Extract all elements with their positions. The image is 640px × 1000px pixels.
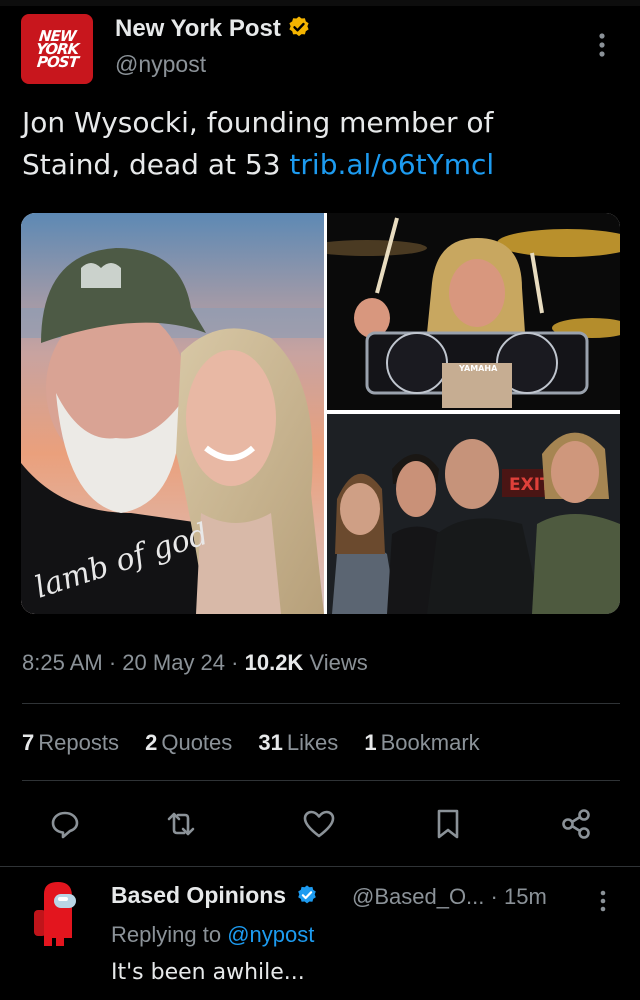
meta-sep-1: · — [108, 650, 117, 675]
stat-bookmarks-count: 1 — [364, 730, 377, 755]
drum-brand-text: YAMAHA — [458, 364, 498, 373]
stat-quotes[interactable]: 2 Quotes — [145, 730, 232, 756]
tweet-stats: 7 Reposts 2 Quotes 31 Likes 1 Bookmark — [22, 730, 500, 756]
reply-author-row[interactable]: Based Opinions — [111, 882, 318, 909]
tweet-meta: 8:25 AM · 20 May 24 · 10.2K Views — [22, 650, 368, 676]
tweet-text-line-1: Jon Wysocki, founding member of — [22, 106, 494, 139]
account-name-row[interactable]: New York Post — [115, 15, 311, 43]
top-separator — [0, 0, 640, 6]
logo-line-3: POST — [35, 52, 79, 71]
meta-sep-2: · — [231, 650, 239, 675]
reply-icon — [51, 811, 79, 839]
repost-button[interactable] — [161, 804, 201, 844]
divider-3 — [0, 866, 640, 867]
bookmark-icon — [437, 809, 459, 839]
stat-reposts-count: 7 — [22, 730, 35, 755]
reply-handle-row: @Based_O... · 15m — [352, 884, 547, 910]
reply-text: It's been awhile... — [111, 960, 305, 985]
stat-quotes-count: 2 — [145, 730, 158, 755]
reply-button[interactable] — [45, 804, 85, 844]
share-icon — [562, 809, 590, 839]
gold-verified-badge-icon — [289, 16, 309, 37]
stat-reposts-label: Reposts — [38, 730, 119, 755]
tweet-date[interactable]: 20 May 24 — [122, 650, 225, 675]
tweet-time[interactable]: 8:25 AM — [22, 650, 103, 675]
stat-quotes-label: Quotes — [161, 730, 233, 755]
tweet-text: Jon Wysocki, founding member of Staind, … — [22, 102, 612, 186]
tweet-text-line-2-body: Staind, dead at 53 — [22, 148, 290, 181]
photo-couple-beach[interactable]: lamb of god — [21, 213, 324, 614]
reply-avatar-crewmate[interactable] — [30, 880, 78, 950]
account-name[interactable]: New York Post — [115, 15, 281, 42]
replying-to: Replying to @nypost — [111, 922, 314, 948]
reply-more-options-icon[interactable] — [596, 888, 610, 914]
views-label: Views — [309, 650, 368, 675]
reply-time[interactable]: · 15m — [491, 884, 547, 909]
divider-2 — [22, 780, 620, 781]
reply-author-name[interactable]: Based Opinions — [111, 882, 286, 908]
tweet-link[interactable]: trib.al/o6tYmcl — [289, 148, 494, 181]
like-icon — [303, 810, 335, 838]
stat-likes[interactable]: 31 Likes — [258, 730, 338, 756]
share-button[interactable] — [556, 804, 596, 844]
stat-likes-count: 31 — [258, 730, 283, 755]
account-handle[interactable]: @nypost — [115, 51, 206, 78]
replying-to-handle[interactable]: @nypost — [227, 922, 314, 947]
nypost-avatar[interactable]: NEW YORK POST — [21, 14, 93, 84]
reply-author-handle[interactable]: @Based_O... — [352, 884, 484, 909]
tweet-text-line-2: Staind, dead at 53 trib.al/o6tYmcl — [22, 144, 612, 186]
like-button[interactable] — [299, 804, 339, 844]
divider-1 — [22, 703, 620, 704]
more-options-icon[interactable] — [592, 30, 612, 60]
stat-bookmarks[interactable]: 1 Bookmark — [364, 730, 479, 756]
photo-band[interactable]: EXIT — [327, 414, 620, 614]
stat-bookmarks-label: Bookmark — [380, 730, 480, 755]
replying-to-prefix: Replying to — [111, 922, 228, 947]
views-count: 10.2K — [244, 650, 304, 675]
bookmark-button[interactable] — [428, 804, 468, 844]
photo-drummer[interactable]: YAMAHA — [327, 213, 620, 410]
tweet-media[interactable]: lamb of god YAMAHA EXIT — [21, 213, 620, 614]
blue-verified-badge-icon — [298, 885, 317, 904]
stat-reposts[interactable]: 7 Reposts — [22, 730, 119, 756]
repost-icon — [167, 812, 195, 836]
stat-likes-label: Likes — [286, 730, 339, 755]
